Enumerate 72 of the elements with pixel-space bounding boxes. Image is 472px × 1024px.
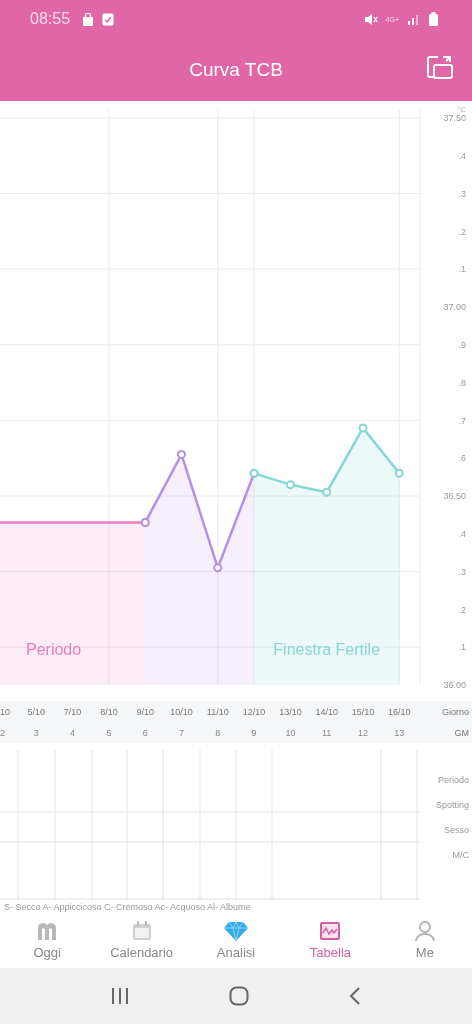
date-label: 12/10 [242,707,266,717]
y-minor-tick-label: .7 [458,415,466,426]
series-label: Finestra Fertile [273,641,381,658]
screen-switch-icon[interactable] [426,54,454,80]
row-label: GM [454,728,469,738]
battery-icon [429,12,438,26]
day-label: 2 [0,728,5,738]
day-label: 13 [394,728,405,738]
home-icon[interactable] [229,986,249,1006]
y-tick-label: 37.50 [443,113,466,124]
record-row-label: Periodo [437,775,469,785]
day-label: 4 [70,728,76,738]
arches-icon [36,920,59,942]
y-minor-tick-label: .2 [458,604,466,615]
data-point[interactable] [394,468,404,478]
record-row-label: M/C [452,850,469,860]
day-label: 12 [358,728,368,738]
calendar-icon [130,920,153,942]
y-tick-label: 36.00 [443,680,466,691]
y-tick-label: 36.50 [443,491,466,502]
date-label: 13/10 [279,707,302,717]
date-label: 14/10 [315,707,338,717]
person-icon [413,920,436,942]
y-tick-label: 37.00 [443,302,466,313]
day-label: 8 [215,728,221,738]
day-label: 6 [142,728,148,738]
day-label: 5 [106,728,112,738]
date-label: 11/10 [206,707,229,717]
date-label: 7/10 [63,707,82,717]
chart-icon [319,920,342,942]
row-label: Giorno [442,707,469,717]
date-label: 5/10 [27,707,46,717]
y-minor-tick-label: .2 [458,226,466,237]
date-label: 16/10 [388,707,411,717]
y-minor-tick-label: .3 [458,188,466,199]
day-label: 7 [179,728,184,738]
status-time: 08:55 [30,10,71,28]
signal-icon [407,13,421,25]
page-title: Curva TCB [189,58,283,81]
recent-apps-icon[interactable] [109,987,130,1005]
shopping-bag-icon [82,12,95,26]
data-point[interactable] [322,487,332,497]
y-minor-tick-label: .4 [458,529,466,539]
y-minor-tick-label: .9 [458,340,466,350]
day-label: 3 [33,728,39,738]
date-label: 10 [0,707,10,717]
date-label: 8/10 [100,707,118,717]
y-minor-tick-label: .3 [458,566,466,577]
checklist-icon [102,12,115,26]
data-point[interactable] [285,480,295,490]
legend-text: S- Secco A- Appiccicoso C- Cremoso Ac- Acquoso Al- Albume [3,901,252,914]
y-minor-tick-label: .6 [458,453,466,464]
series-label: Periodo [26,641,82,658]
y-minor-tick-label: .4 [458,151,466,161]
date-label: 15/10 [351,707,375,717]
data-point[interactable] [213,563,223,573]
day-label: 11 [322,728,332,738]
data-point[interactable] [358,423,368,433]
day-label: 10 [285,728,296,738]
y-minor-tick-label: .1 [458,264,466,275]
diamond-icon [223,920,249,942]
day-label: 9 [251,728,257,738]
record-row-label: Spotting [435,800,469,810]
y-minor-tick-label: .8 [458,377,466,388]
date-label: 10/10 [170,707,193,717]
y-minor-tick-label: .1 [458,642,466,653]
date-label: 9/10 [136,707,154,717]
record-row-label: Sesso [444,825,469,835]
back-icon[interactable] [348,986,363,1006]
mute-icon [363,12,378,26]
data-point[interactable] [177,449,186,459]
unit-label: °C [457,105,466,114]
